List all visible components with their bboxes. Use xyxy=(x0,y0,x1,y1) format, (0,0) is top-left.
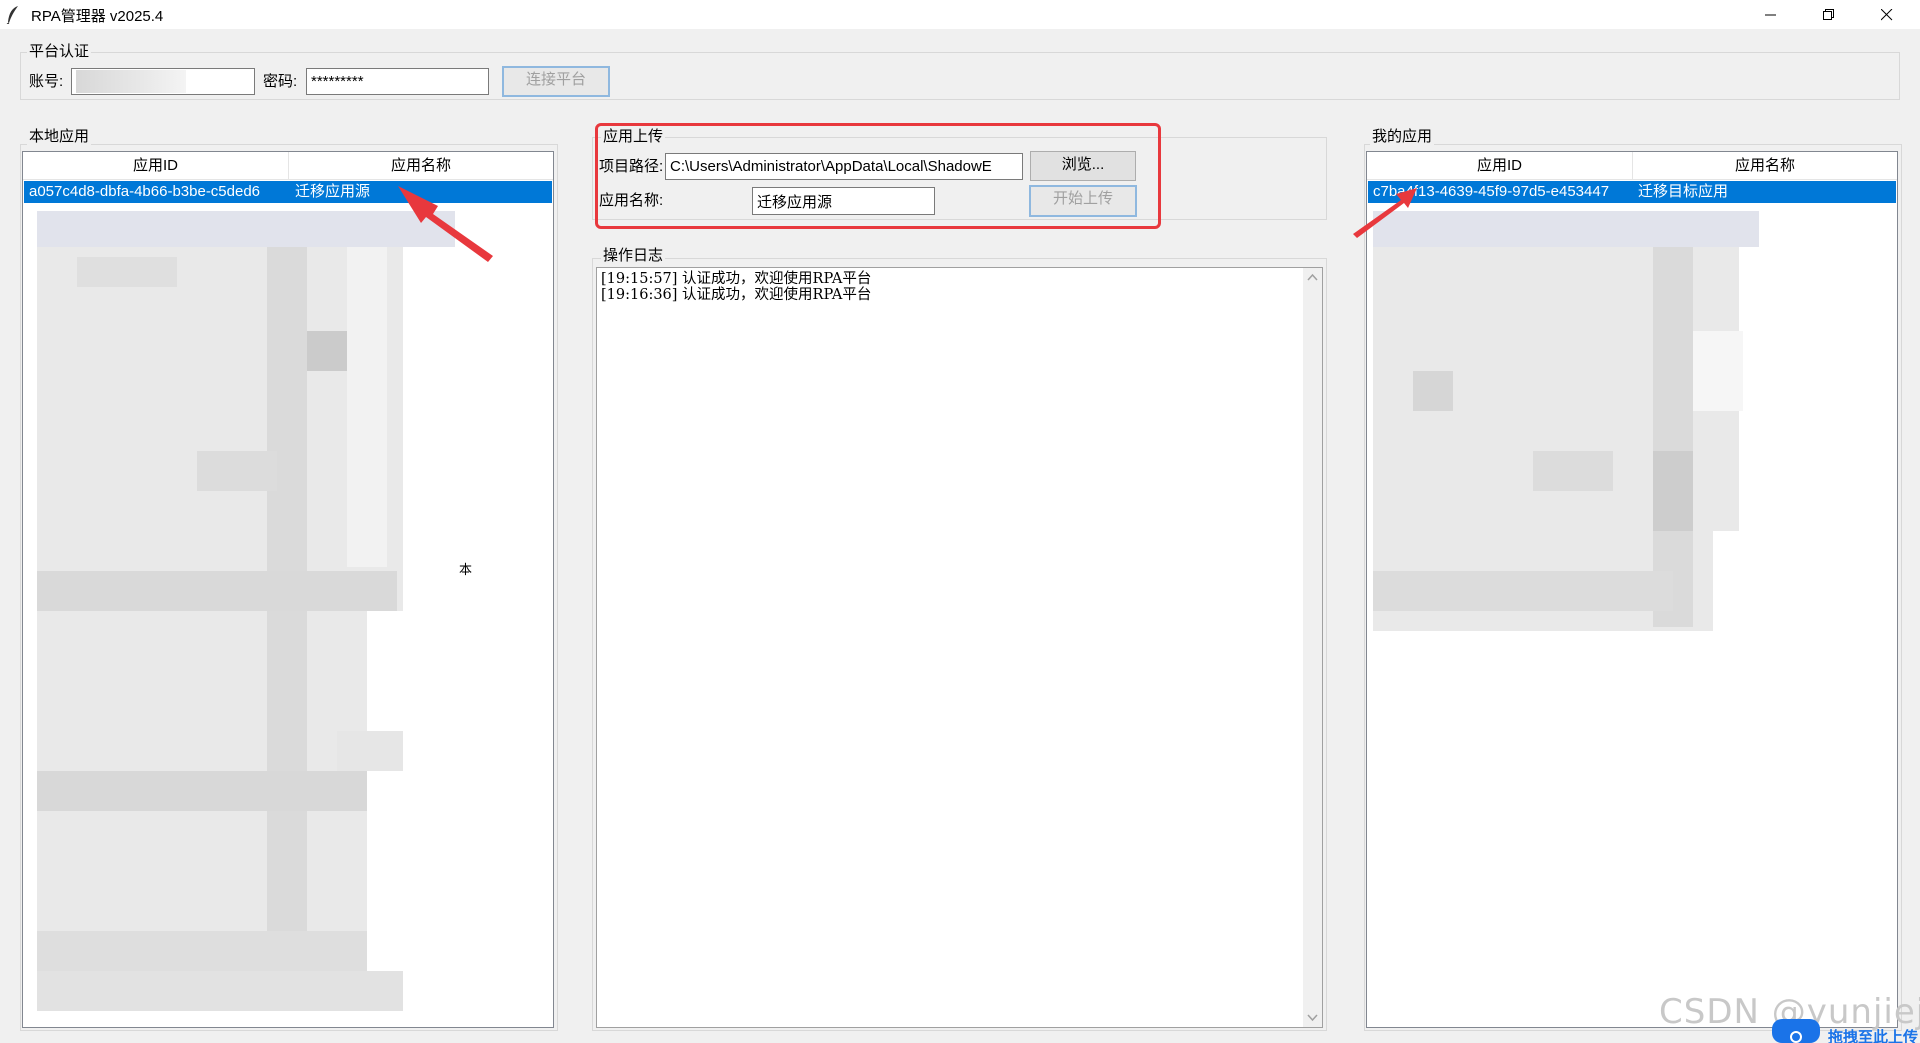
upload-badge-icon xyxy=(1772,1019,1820,1043)
close-button[interactable] xyxy=(1858,0,1916,29)
stray-text: 本 xyxy=(459,562,473,577)
minimize-button[interactable] xyxy=(1742,0,1800,29)
scroll-up-arrow-icon[interactable] xyxy=(1303,268,1322,287)
auth-group-label: 平台认证 xyxy=(27,43,92,60)
local-app-name: 迁移应用源 xyxy=(295,183,371,200)
my-apps-group-label: 我的应用 xyxy=(1370,128,1435,145)
account-redaction xyxy=(76,70,186,93)
feather-icon xyxy=(6,6,18,24)
column-header-app-name[interactable]: 应用名称 xyxy=(1632,152,1897,179)
local-apps-group-label: 本地应用 xyxy=(27,128,92,145)
operation-log[interactable]: [19:15:57] 认证成功，欢迎使用RPA平台 [19:16:36] 认证成… xyxy=(596,267,1323,1028)
auth-group xyxy=(20,52,1900,100)
password-input[interactable] xyxy=(306,68,489,95)
column-header-app-id[interactable]: 应用ID xyxy=(1367,152,1632,179)
log-line: [19:15:57] 认证成功，欢迎使用RPA平台 xyxy=(601,271,872,287)
local-app-id: a057c4d8-dbfa-4b66-b3be-c5ded6 xyxy=(29,183,261,200)
log-scrollbar[interactable] xyxy=(1303,268,1322,1027)
minimize-icon xyxy=(1765,14,1776,16)
upload-badge[interactable]: 拖拽至此上传 xyxy=(1772,1019,1920,1043)
annotation-highlight-box xyxy=(595,123,1161,229)
column-header-app-name[interactable]: 应用名称 xyxy=(288,152,553,179)
restore-button[interactable] xyxy=(1800,0,1858,29)
my-apps-redaction xyxy=(1373,211,1763,631)
account-label: 账号: xyxy=(29,73,64,90)
column-header-app-id[interactable]: 应用ID xyxy=(23,152,288,179)
local-apps-tree[interactable]: 应用ID 应用名称 a057c4d8-dbfa-4b66-b3be-c5ded6… xyxy=(22,151,554,1028)
log-line: [19:16:36] 认证成功，欢迎使用RPA平台 xyxy=(601,287,872,303)
annotation-arrow-right xyxy=(1353,188,1417,238)
my-apps-header: 应用ID 应用名称 xyxy=(1367,152,1897,180)
close-icon xyxy=(1881,9,1893,21)
window-title: RPA管理器 v2025.4 xyxy=(31,8,164,25)
connect-platform-button[interactable]: 连接平台 xyxy=(502,66,610,97)
rpa-manager-window: RPA管理器 v2025.4 平台认证 账号: 密码: 连接平台 本地应用 应用… xyxy=(0,0,1920,1043)
local-apps-redaction xyxy=(37,211,467,1011)
log-group-label: 操作日志 xyxy=(601,247,666,264)
my-apps-tree[interactable]: 应用ID 应用名称 c7ba4f13-4639-45f9-97d5-e45344… xyxy=(1366,151,1898,1028)
password-label: 密码: xyxy=(263,73,298,90)
table-row[interactable]: c7ba4f13-4639-45f9-97d5-e453447 迁移目标应用 xyxy=(1368,181,1896,203)
my-app-name: 迁移目标应用 xyxy=(1638,183,1729,200)
scroll-down-arrow-icon[interactable] xyxy=(1303,1008,1322,1027)
upload-badge-label: 拖拽至此上传 xyxy=(1828,1029,1919,1043)
annotation-arrow-left xyxy=(398,186,493,262)
title-bar: RPA管理器 v2025.4 xyxy=(0,0,1920,29)
restore-icon xyxy=(1823,9,1834,20)
local-apps-header: 应用ID 应用名称 xyxy=(23,152,553,180)
